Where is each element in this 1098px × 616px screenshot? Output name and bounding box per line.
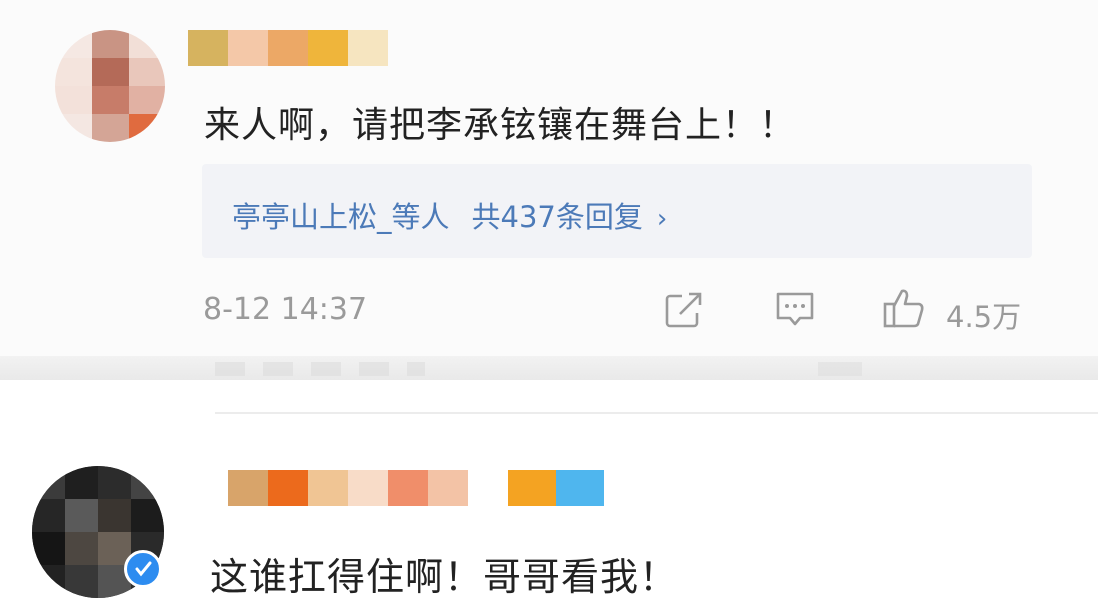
partial-row-remnant (215, 362, 425, 376)
replies-link[interactable]: 亭亭山上松_等人 共437条回复 › (232, 194, 667, 236)
badge-icons-blurred (508, 470, 604, 506)
comment-card-1: 来人啊，请把李承铉镶在舞台上！！ 亭亭山上松_等人 共437条回复 › 8-12 1… (0, 0, 1098, 356)
username-blurred[interactable] (188, 30, 388, 66)
timestamp: 8-12 14:37 (203, 292, 368, 327)
username-blurred[interactable] (228, 470, 468, 506)
partial-icon-remnant (818, 362, 862, 376)
verified-badge-icon (124, 550, 162, 588)
divider (215, 412, 1098, 414)
share-icon[interactable] (664, 291, 704, 329)
like-count: 4.5万 (946, 300, 1022, 334)
comment-text: 这谁扛得住啊！哥哥看我！ (210, 555, 679, 599)
card-separator (0, 356, 1098, 380)
replies-count: 共437条回复 (471, 200, 643, 234)
replies-users: 亭亭山上松_等人 (232, 200, 450, 234)
avatar[interactable] (55, 30, 165, 142)
comment-icon[interactable] (774, 290, 816, 330)
comment-text: 来人啊，请把李承铉镶在舞台上！！ (204, 105, 797, 146)
chevron-right-icon: › (656, 204, 668, 234)
like-icon[interactable] (882, 286, 926, 330)
